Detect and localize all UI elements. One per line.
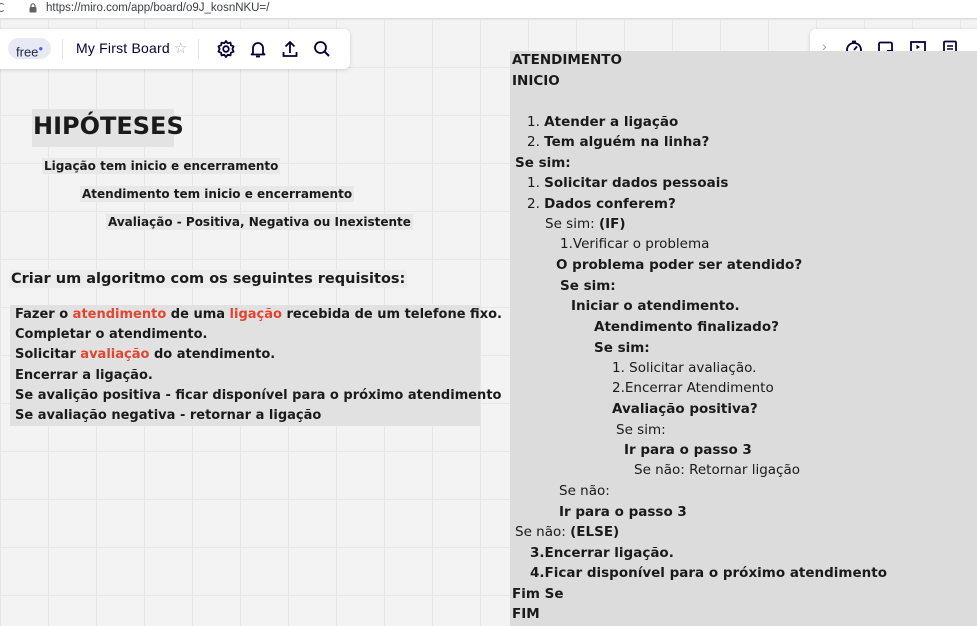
algoritmo-line: FIM [512, 606, 540, 622]
algoritmo-line: Atendimento finalizado? [594, 319, 779, 335]
requisito-line: Fazer o atendimento de uma ligação receb… [15, 307, 502, 322]
algoritmo-line: 4.Ficar disponível para o próximo atendi… [530, 565, 887, 581]
requisito-line: Se avalição positiva - ficar disponível … [15, 388, 502, 403]
algoritmo-line: Se sim: [594, 340, 650, 356]
algoritmo-line: 2. Dados conferem? [527, 196, 676, 212]
algoritmo-line: Se sim: [616, 422, 666, 438]
algoritmo-line: 1.Verificar o problema [560, 236, 710, 252]
hipotese-line[interactable]: Ligação tem inicio e encerramento [42, 158, 281, 174]
algoritmo-line: Se não: [559, 483, 610, 499]
requisito-line: Solicitar avaliação do atendimento. [15, 347, 276, 362]
reload-icon[interactable]: C [0, 1, 4, 15]
algoritmo-line: Se sim: (IF) [545, 216, 626, 232]
toolbar-divider [62, 39, 63, 59]
algoritmo-line: Iniciar o atendimento. [571, 298, 740, 314]
hipoteses-title[interactable]: HIPÓTESES [33, 112, 184, 140]
algoritmo-line: Ir para o passo 3 [624, 442, 752, 458]
star-icon[interactable]: ☆ [174, 39, 187, 57]
algoritmo-line: 3.Encerrar ligação. [530, 545, 674, 561]
algoritmo-line: ATENDIMENTO [512, 52, 622, 68]
settings-icon[interactable] [216, 39, 236, 59]
share-upload-icon[interactable] [280, 39, 300, 59]
algoritmo-line: 2.Encerrar Atendimento [612, 380, 774, 396]
hipotese-line[interactable]: Avaliação - Positiva, Negativa ou Inexis… [106, 214, 413, 230]
algoritmo-line: Se sim: [515, 155, 571, 171]
algoritmo-line: Ir para o passo 3 [559, 504, 687, 520]
lock-icon [29, 3, 37, 13]
algoritmo-line: 2. Tem alguém na linha? [527, 134, 710, 150]
board-name[interactable]: My First Board [76, 40, 170, 56]
bell-icon[interactable] [248, 39, 268, 59]
algoritmo-line: Se não: Retornar ligação [634, 462, 801, 478]
algoritmo-line: O problema poder ser atendido? [556, 257, 803, 273]
hipotese-line[interactable]: Atendimento tem inicio e encerramento [80, 186, 355, 202]
url-text[interactable]: https://miro.com/app/board/o9J_kosnNKU=/ [46, 2, 269, 14]
search-icon[interactable] [312, 39, 332, 59]
algoritmo-line: INICIO [512, 73, 560, 89]
requisito-line: Se avaliação negativa - retornar a ligaç… [15, 408, 322, 423]
algoritmo-line: 1. Atender a ligação [527, 114, 679, 130]
toolbar-divider [198, 39, 199, 59]
board-toolbar: free● My First Board ☆ [0, 29, 350, 69]
algoritmo-line: Avaliação positiva? [612, 401, 758, 417]
plan-badge[interactable]: free● [8, 38, 52, 59]
algoritmo-line: 1. Solicitar avaliação. [612, 360, 757, 376]
browser-address-bar: C https://miro.com/app/board/o9J_kosnNKU… [0, 0, 977, 19]
requisitos-title[interactable]: Criar um algoritmo com os seguintes requ… [9, 270, 408, 288]
requisito-line: Completar o atendimento. [15, 327, 208, 342]
algoritmo-line: 1. Solicitar dados pessoais [527, 175, 729, 191]
algoritmo-line: Se sim: [560, 278, 616, 294]
algoritmo-line: Fim Se [512, 586, 564, 602]
requisito-line: Encerrar a ligação. [15, 368, 153, 383]
algoritmo-line: Se não: (ELSE) [515, 524, 620, 540]
